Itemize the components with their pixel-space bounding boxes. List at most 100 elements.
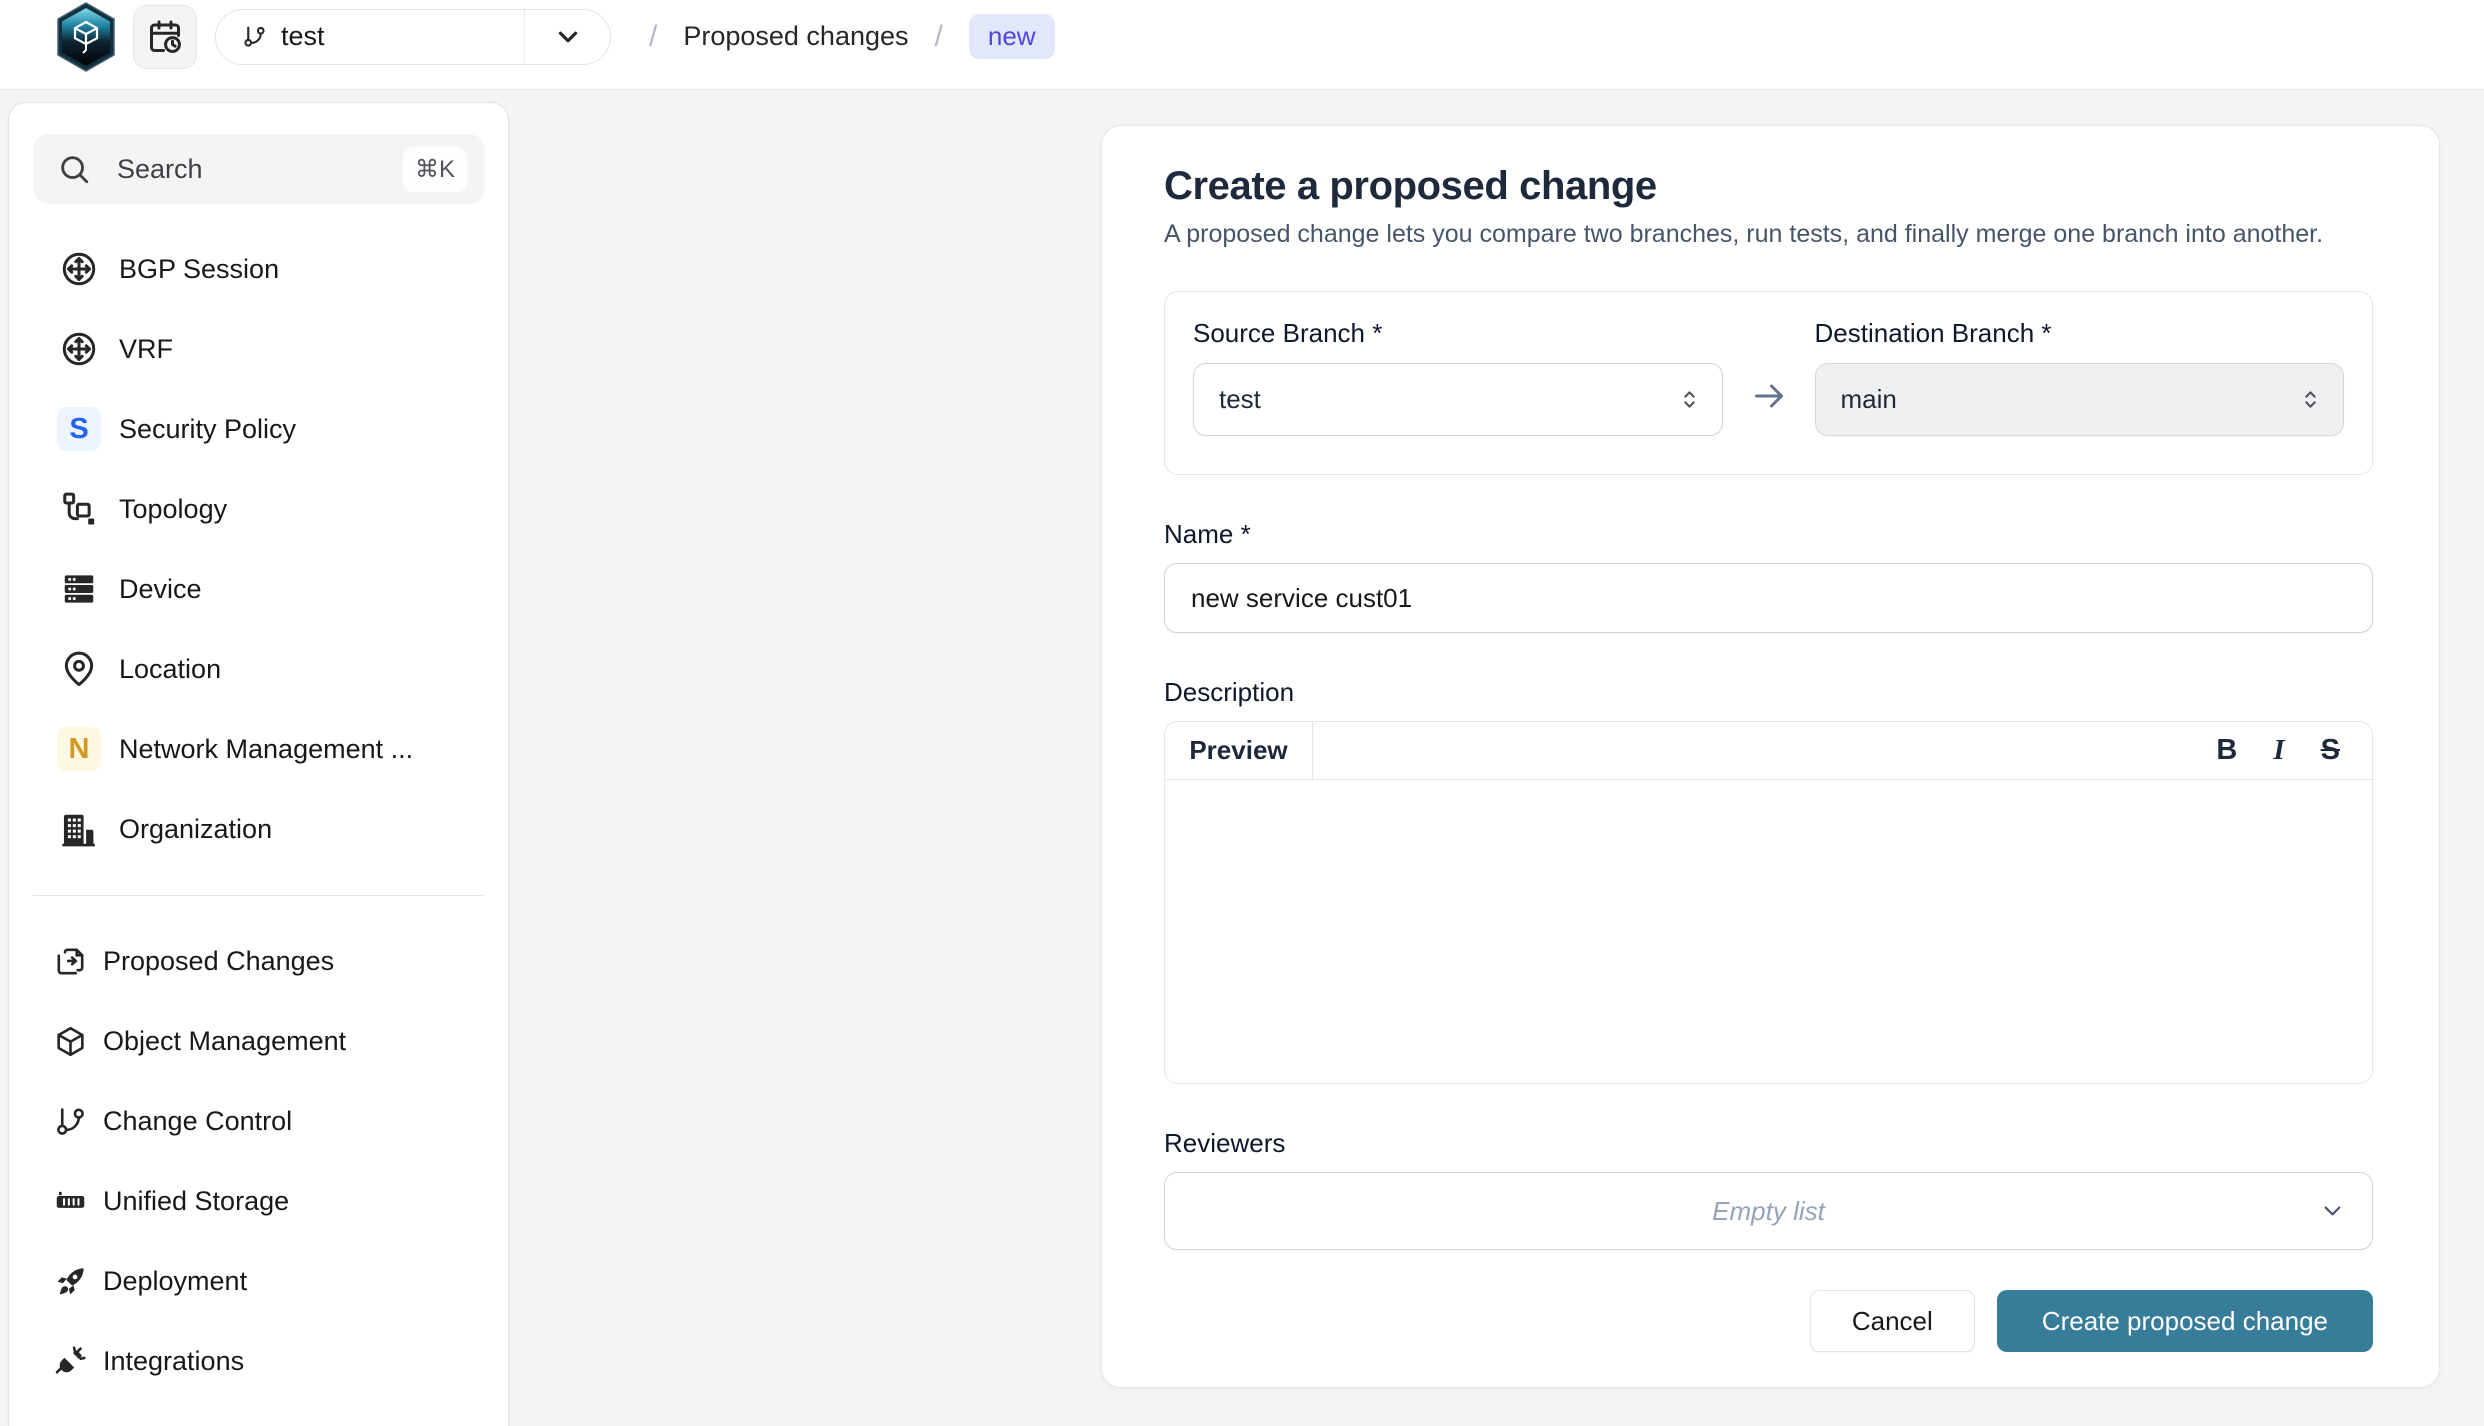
sidebar-item-label: VRF bbox=[119, 334, 173, 365]
source-branch-value: test bbox=[1219, 384, 1261, 415]
sidebar-item-security-policy[interactable]: S Security Policy bbox=[9, 389, 508, 469]
destination-branch-label: Destination Branch * bbox=[1815, 318, 2345, 349]
sidebar-item-bgp-session[interactable]: BGP Session bbox=[9, 229, 508, 309]
sidebar-item-label: Object Management bbox=[103, 1026, 346, 1057]
arrow-right-icon bbox=[1749, 376, 1789, 416]
reviewers-select[interactable]: Empty list bbox=[1164, 1172, 2373, 1250]
description-editor-toolbar: Preview B I S bbox=[1165, 722, 2372, 780]
building-icon bbox=[57, 807, 101, 851]
sidebar-item-location[interactable]: Location bbox=[9, 629, 508, 709]
sidebar-item-proposed-changes[interactable]: Proposed Changes bbox=[9, 921, 508, 1001]
map-pin-icon bbox=[57, 647, 101, 691]
search-shortcut-badge: ⌘K bbox=[403, 147, 467, 192]
source-branch-label: Source Branch * bbox=[1193, 318, 1723, 349]
calendar-clock-icon bbox=[147, 19, 183, 55]
name-field: Name * bbox=[1164, 519, 2373, 633]
cube-icon bbox=[53, 1024, 88, 1059]
create-proposed-change-card: Create a proposed change A proposed chan… bbox=[1101, 125, 2440, 1388]
chevrons-up-down-icon bbox=[1677, 387, 1702, 412]
sidebar-item-label: Security Policy bbox=[119, 414, 296, 445]
git-branch-icon bbox=[53, 1104, 88, 1139]
sidebar-item-vrf[interactable]: VRF bbox=[9, 309, 508, 389]
topology-icon bbox=[57, 487, 101, 531]
sidebar-item-organization[interactable]: Organization bbox=[9, 789, 508, 869]
infrahub-logo[interactable] bbox=[56, 2, 116, 72]
time-travel-button[interactable] bbox=[133, 5, 197, 69]
name-label: Name * bbox=[1164, 519, 2373, 550]
chevron-down-icon bbox=[2319, 1198, 2346, 1225]
description-label: Description bbox=[1164, 677, 2373, 708]
breadcrumb-separator: / bbox=[649, 20, 657, 54]
branch-selector-toggle[interactable] bbox=[524, 10, 610, 64]
cancel-button[interactable]: Cancel bbox=[1810, 1290, 1975, 1352]
sidebar-item-label: Change Control bbox=[103, 1106, 292, 1137]
sidebar-group-system: Proposed Changes Object Management Change … bbox=[9, 921, 508, 1401]
sidebar-item-change-control[interactable]: Change Control bbox=[9, 1081, 508, 1161]
bold-button[interactable]: B bbox=[2216, 736, 2237, 765]
description-format-toolbar: BIS bbox=[2216, 722, 2372, 779]
form-actions: Cancel Create proposed change bbox=[1164, 1290, 2373, 1352]
tab-preview[interactable]: Preview bbox=[1165, 722, 1313, 779]
breadcrumb-separator: / bbox=[935, 20, 943, 54]
sidebar: Search ⌘K BGP Session VRF S Security Policy… bbox=[8, 102, 509, 1426]
description-editor: Preview B I S bbox=[1164, 721, 2373, 1084]
sidebar-nav: BGP Session VRF S Security Policy Topology De… bbox=[9, 229, 508, 1401]
source-branch-select[interactable]: test bbox=[1193, 363, 1723, 436]
branch-selector-current[interactable]: test bbox=[216, 10, 524, 64]
sidebar-item-device[interactable]: Device bbox=[9, 549, 508, 629]
router-icon bbox=[57, 247, 101, 291]
destination-branch-field: Destination Branch * main bbox=[1815, 318, 2345, 436]
create-proposed-change-button[interactable]: Create proposed change bbox=[1997, 1290, 2373, 1352]
sidebar-group-objects: BGP Session VRF S Security Policy Topology De… bbox=[9, 229, 508, 869]
reviewers-label: Reviewers bbox=[1164, 1128, 2373, 1159]
search-icon bbox=[57, 152, 91, 186]
branch-selector[interactable]: test bbox=[215, 9, 611, 65]
breadcrumb-current-badge: new bbox=[969, 14, 1055, 59]
sidebar-item-label: Integrations bbox=[103, 1346, 244, 1377]
sidebar-item-unified-storage[interactable]: Unified Storage bbox=[9, 1161, 508, 1241]
sidebar-item-integrations[interactable]: Integrations bbox=[9, 1321, 508, 1401]
reviewers-field: Reviewers Empty list bbox=[1164, 1128, 2373, 1250]
destination-branch-value: main bbox=[1841, 384, 1897, 415]
sidebar-item-deployment[interactable]: Deployment bbox=[9, 1241, 508, 1321]
branch-name: test bbox=[281, 21, 325, 52]
sidebar-item-label: BGP Session bbox=[119, 254, 279, 285]
italic-button[interactable]: I bbox=[2273, 736, 2284, 765]
sidebar-item-object-management[interactable]: Object Management bbox=[9, 1001, 508, 1081]
security-policy-badge: S bbox=[57, 407, 101, 451]
destination-branch-select: main bbox=[1815, 363, 2345, 436]
sidebar-item-label: Topology bbox=[119, 494, 227, 525]
file-diff-icon bbox=[53, 944, 88, 979]
sidebar-item-label: Unified Storage bbox=[103, 1186, 289, 1217]
sidebar-item-label: Organization bbox=[119, 814, 272, 845]
router-icon bbox=[57, 327, 101, 371]
page-title: Create a proposed change bbox=[1164, 164, 2373, 209]
description-field: Description Preview B I S bbox=[1164, 677, 2373, 1084]
breadcrumb: / Proposed changes / new bbox=[649, 14, 1055, 59]
search-input[interactable]: Search ⌘K bbox=[33, 134, 485, 204]
rocket-icon bbox=[53, 1264, 88, 1299]
git-branch-icon bbox=[242, 24, 267, 49]
strikethrough-button[interactable]: S bbox=[2321, 736, 2340, 765]
name-input[interactable] bbox=[1164, 563, 2373, 633]
breadcrumb-section[interactable]: Proposed changes bbox=[683, 21, 908, 52]
chevrons-up-down-icon bbox=[2298, 387, 2323, 412]
reviewers-placeholder: Empty list bbox=[1712, 1196, 1825, 1227]
topbar: test / Proposed changes / new bbox=[0, 0, 2484, 90]
sidebar-item-label: Device bbox=[119, 574, 202, 605]
page-subtitle: A proposed change lets you compare two b… bbox=[1164, 220, 2373, 249]
description-editor-body[interactable] bbox=[1165, 780, 2372, 1083]
sidebar-item-label: Location bbox=[119, 654, 221, 685]
chevron-down-icon bbox=[553, 22, 583, 52]
sidebar-item-network-management[interactable]: N Network Management ... bbox=[9, 709, 508, 789]
source-branch-field: Source Branch * test bbox=[1193, 318, 1723, 436]
network-management-badge: N bbox=[57, 727, 101, 771]
storage-icon bbox=[53, 1184, 88, 1219]
sidebar-item-topology[interactable]: Topology bbox=[9, 469, 508, 549]
sidebar-item-label: Proposed Changes bbox=[103, 946, 334, 977]
sidebar-divider bbox=[33, 895, 484, 896]
sidebar-item-label: Network Management ... bbox=[119, 734, 413, 765]
server-icon bbox=[57, 567, 101, 611]
sidebar-item-label: Deployment bbox=[103, 1266, 247, 1297]
plug-icon bbox=[53, 1344, 88, 1379]
